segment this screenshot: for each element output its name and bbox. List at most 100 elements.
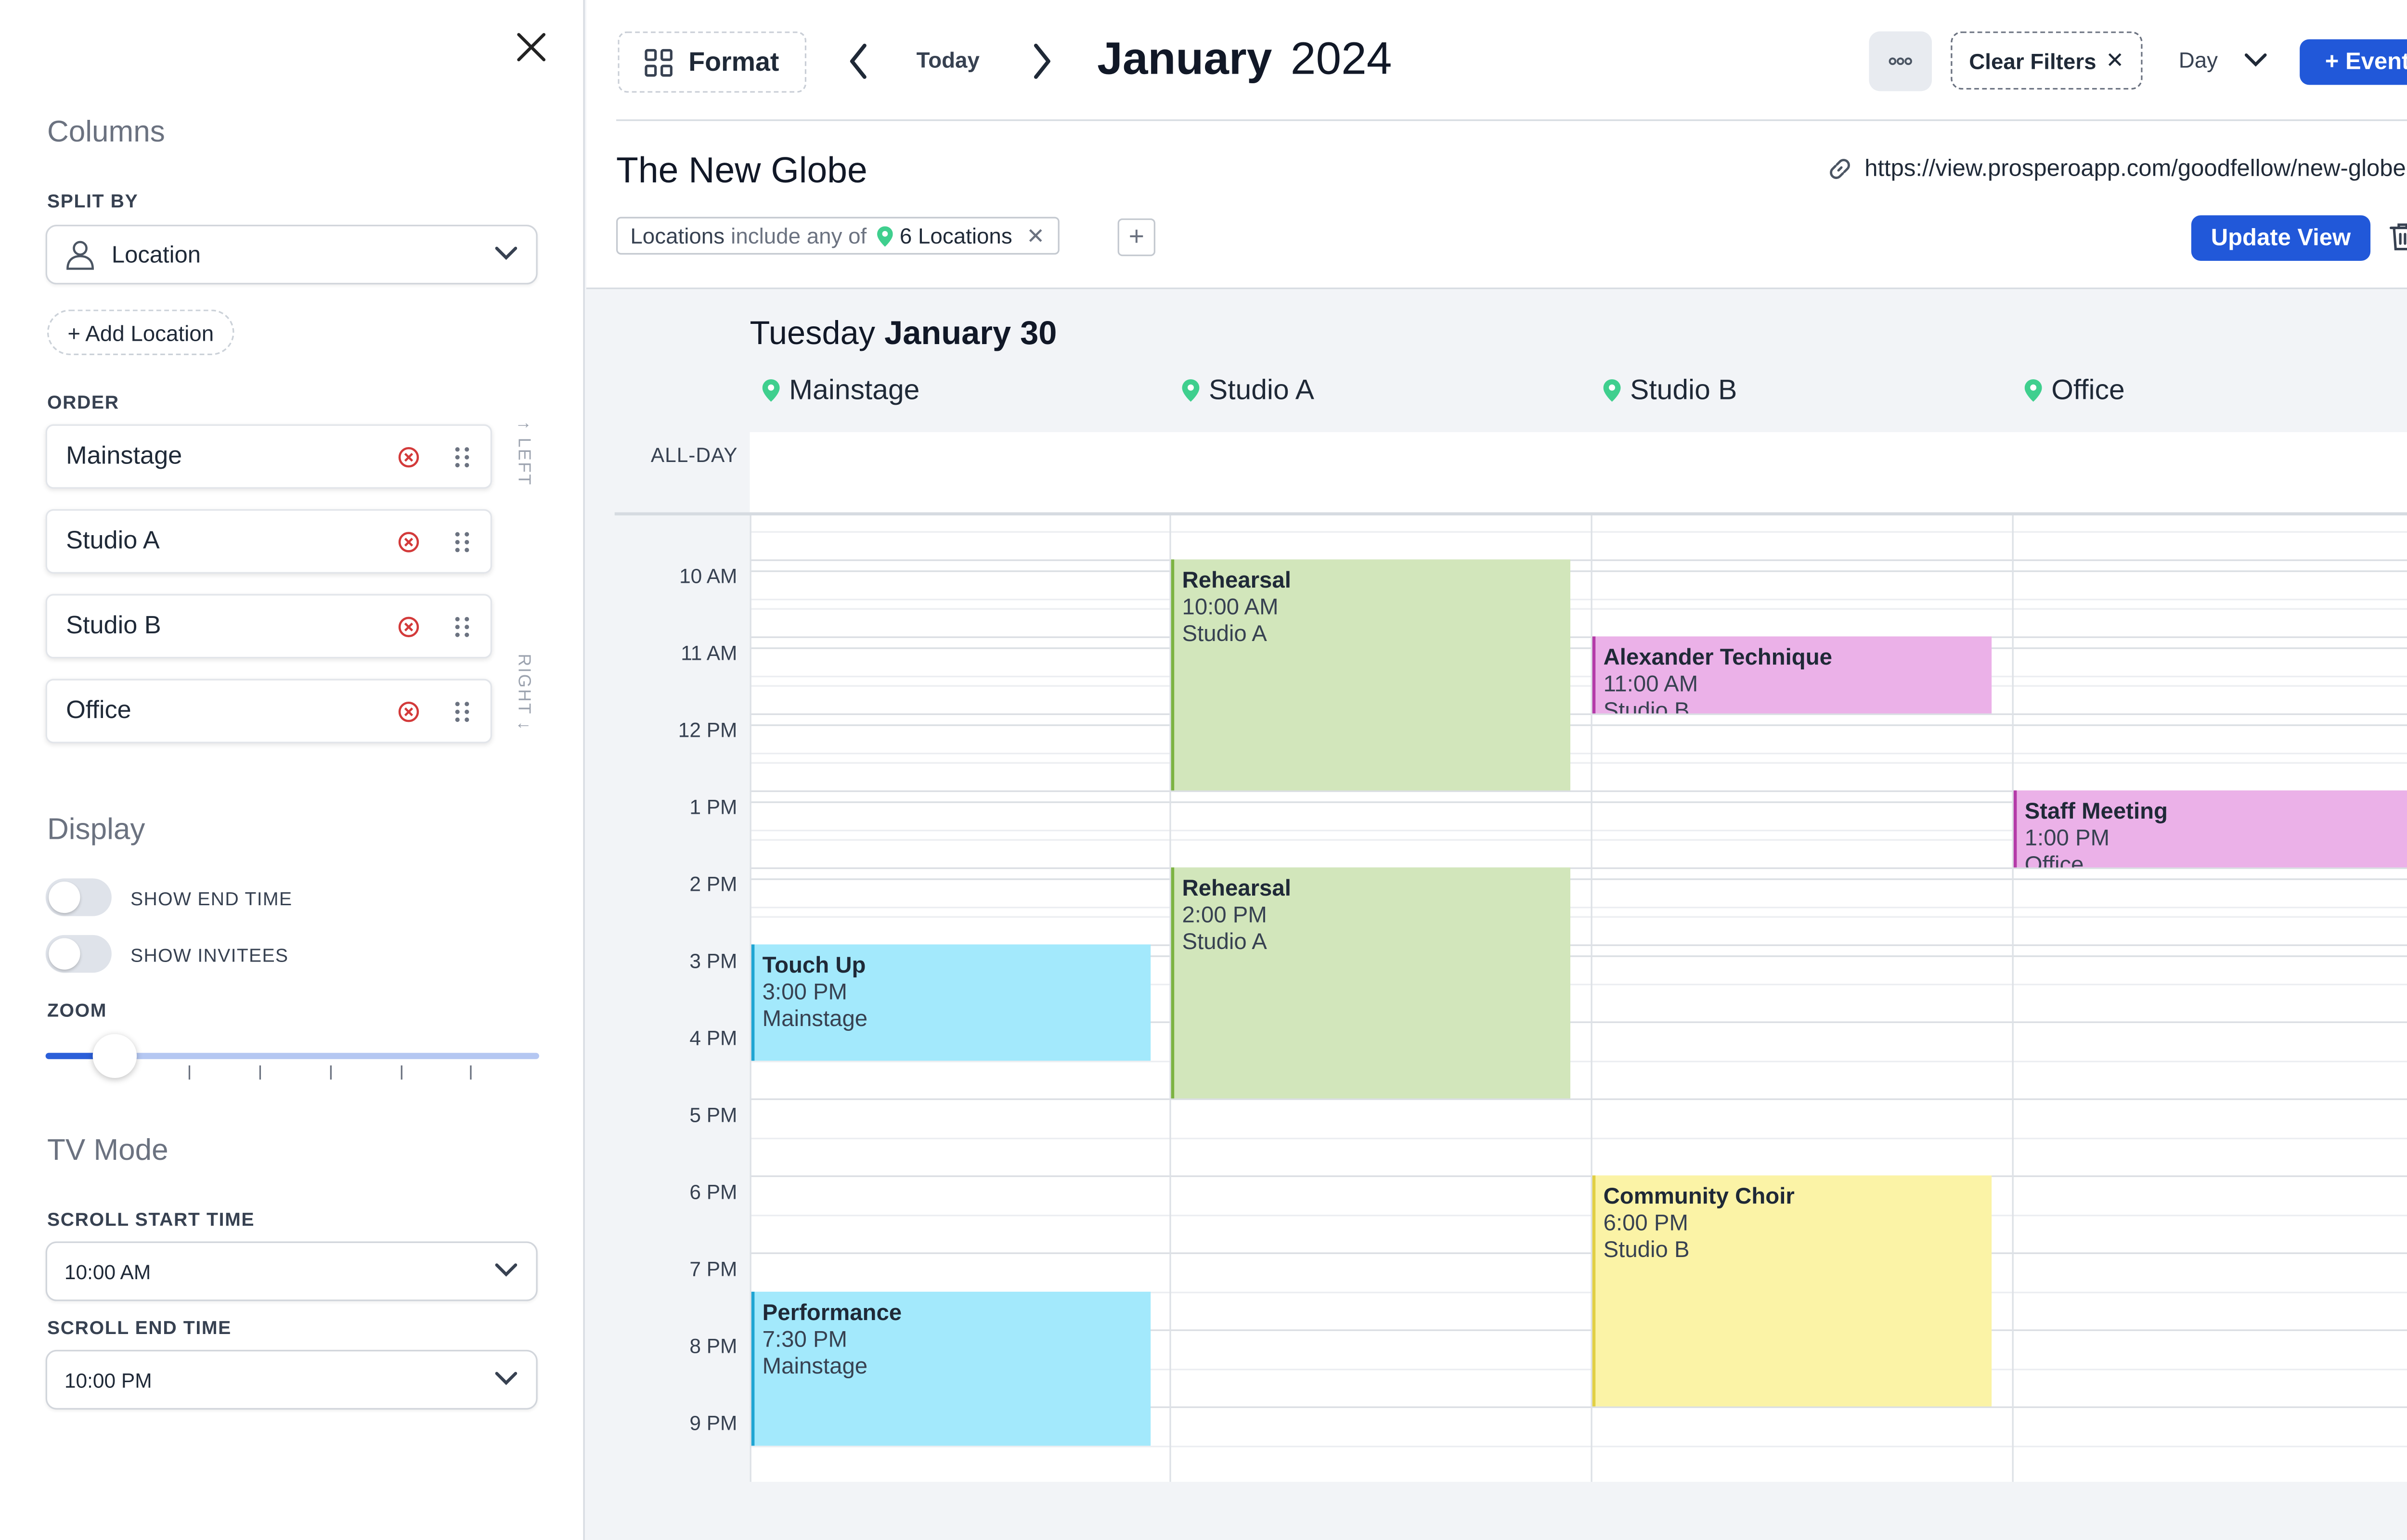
event-location: Studio B <box>1603 1238 1690 1264</box>
event-location: Studio A <box>1182 622 1267 648</box>
event-time: 3:00 PM <box>762 980 847 1006</box>
column-header-label: Studio B <box>1630 374 1737 406</box>
scroll-start-select[interactable]: 10:00 AM <box>45 1241 538 1301</box>
clear-filters-button[interactable]: Clear Filters ✕ <box>1951 31 2143 90</box>
zoom-tick <box>188 1065 191 1080</box>
time-label: 3 PM <box>689 949 738 973</box>
close-icon: ✕ <box>2106 47 2124 73</box>
split-by-value: Location <box>111 241 201 268</box>
format-label: Format <box>688 46 779 77</box>
event-time: 2:00 PM <box>1182 903 1267 929</box>
column-divider <box>2012 515 2014 1482</box>
more-options-button[interactable] <box>1869 31 1932 91</box>
remove-circle-icon[interactable] <box>398 701 420 723</box>
grid-icon <box>645 48 673 76</box>
calendar-event[interactable]: Touch Up 3:00 PM Mainstage <box>751 944 1151 1060</box>
close-icon[interactable]: ✕ <box>1026 222 1045 249</box>
column-header: Office <box>2024 374 2125 407</box>
grid-line <box>750 559 2407 561</box>
update-view-button[interactable]: Update View <box>2191 215 2371 261</box>
grid-line <box>750 1445 2407 1447</box>
grid-line <box>750 762 2407 764</box>
grid-line <box>750 685 2407 687</box>
link-icon <box>1830 159 1850 179</box>
grid-line <box>750 1137 2407 1139</box>
filter-operator: include any of <box>731 223 867 248</box>
event-title: Performance <box>762 1300 902 1326</box>
calendar-event[interactable]: Rehearsal 2:00 PM Studio A <box>1171 867 1571 1099</box>
chevron-right-icon[interactable] <box>1031 42 1053 80</box>
grid-line <box>750 531 2407 533</box>
zoom-slider[interactable] <box>45 1034 539 1078</box>
settings-sidebar: Columns SPLIT BY Location + Add Location… <box>0 0 585 1540</box>
view-url-link[interactable]: https://view.prosperoapp.com/goodfellow/… <box>1828 155 2406 182</box>
view-mode-select[interactable]: Day <box>2178 47 2267 73</box>
calendar-day: January 30 <box>884 316 1057 352</box>
calendar-event[interactable]: Performance 7:30 PM Mainstage <box>751 1291 1151 1445</box>
drag-handle-icon[interactable] <box>454 615 470 640</box>
display-heading: Display <box>47 814 145 847</box>
order-item-office[interactable]: Office <box>45 679 492 744</box>
grid-line <box>750 867 2407 869</box>
event-title: Touch Up <box>762 954 866 979</box>
format-button[interactable]: Format <box>618 31 807 93</box>
calendar-event[interactable]: Alexander Technique 11:00 AM Studio B <box>1592 636 1992 714</box>
trash-icon[interactable] <box>2389 221 2407 251</box>
filter-value: 6 Locations <box>899 223 1012 248</box>
add-event-button[interactable]: + Event <box>2300 39 2407 85</box>
calendar-event[interactable]: Staff Meeting 1:00 PM Office <box>2013 790 2407 868</box>
location-filter-chip[interactable]: Locations include any of 6 Locations ✕ <box>616 217 1059 255</box>
today-button[interactable]: Today <box>917 47 980 72</box>
columns-heading: Columns <box>47 116 165 150</box>
chevron-left-icon[interactable] <box>847 42 869 80</box>
scroll-end-select[interactable]: 10:00 PM <box>45 1349 538 1410</box>
calendar-event[interactable]: Rehearsal 10:00 AM Studio A <box>1171 559 1571 791</box>
order-item-mainstage[interactable]: Mainstage <box>45 424 492 489</box>
remove-circle-icon[interactable] <box>398 446 420 468</box>
time-label: 10 AM <box>679 564 738 588</box>
column-header: Mainstage <box>762 374 919 407</box>
grid-line <box>750 877 2407 879</box>
grid-line <box>750 636 2407 638</box>
view-mode-value: Day <box>2178 47 2218 73</box>
remove-circle-icon[interactable] <box>398 531 420 553</box>
show-invitees-toggle[interactable] <box>45 935 112 973</box>
split-by-select[interactable]: Location <box>45 224 538 285</box>
calendar-event[interactable]: Community Choir 6:00 PM Studio B <box>1592 1175 1992 1407</box>
location-pin-icon <box>878 225 893 246</box>
grid-line <box>750 723 2407 725</box>
grid-line <box>750 1060 2407 1062</box>
drag-handle-icon[interactable] <box>454 699 470 724</box>
split-by-label: SPLIT BY <box>47 190 139 212</box>
event-location: Studio A <box>1182 930 1267 956</box>
scroll-end-value: 10:00 PM <box>64 1368 152 1392</box>
current-month: January <box>1097 34 1272 85</box>
add-filter-button[interactable]: + <box>1117 218 1155 257</box>
add-location-button[interactable]: + Add Location <box>47 309 234 355</box>
order-item-label: Studio A <box>66 527 160 554</box>
column-header-label: Office <box>2051 374 2125 406</box>
order-item-studio-a[interactable]: Studio A <box>45 509 492 574</box>
calendar-weekday: Tuesday <box>750 316 876 352</box>
event-time: 11:00 AM <box>1603 672 1698 698</box>
time-label: 2 PM <box>689 872 738 896</box>
drag-handle-icon[interactable] <box>454 529 470 554</box>
remove-circle-icon[interactable] <box>398 616 420 638</box>
drag-handle-icon[interactable] <box>454 445 470 470</box>
event-time: 10:00 AM <box>1182 595 1279 621</box>
order-item-studio-b[interactable]: Studio B <box>45 594 492 659</box>
time-label: 9 PM <box>689 1411 738 1435</box>
order-label: ORDER <box>47 391 119 413</box>
zoom-tick <box>401 1065 402 1080</box>
person-icon <box>66 241 94 270</box>
show-end-time-toggle[interactable] <box>45 878 112 916</box>
time-label: 5 PM <box>689 1103 738 1127</box>
close-icon[interactable] <box>514 30 549 64</box>
more-dots-icon <box>1889 57 1912 65</box>
zoom-slider-handle[interactable] <box>92 1034 137 1078</box>
event-time: 7:30 PM <box>762 1327 847 1352</box>
event-location: Office <box>2024 853 2084 868</box>
grid-line <box>750 713 2407 715</box>
order-item-label: Studio B <box>66 612 161 639</box>
location-pin-icon <box>2024 379 2042 402</box>
